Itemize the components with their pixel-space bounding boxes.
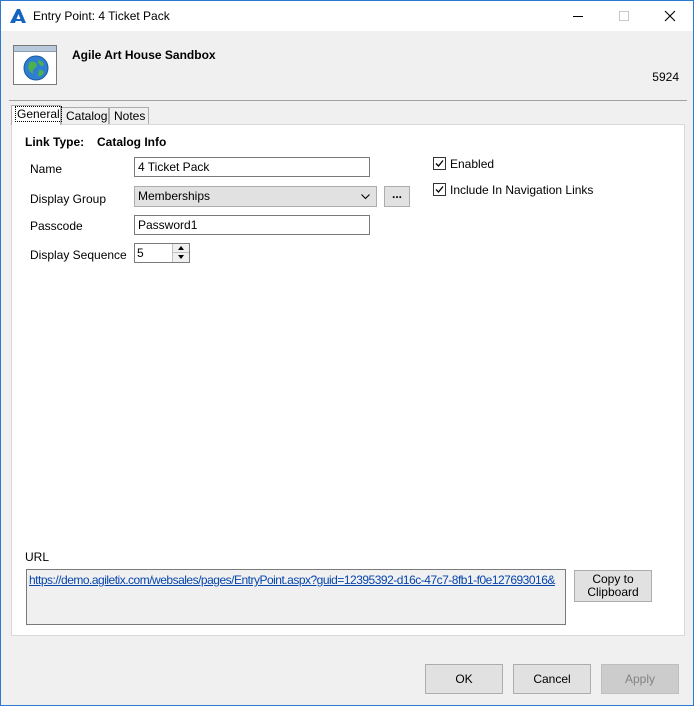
header-divider — [9, 100, 687, 101]
enabled-checkbox[interactable] — [433, 157, 446, 170]
cancel-button[interactable]: Cancel — [513, 664, 591, 694]
maximize-button[interactable] — [601, 1, 647, 31]
record-id: 5924 — [652, 70, 679, 84]
caret-down-icon — [178, 255, 184, 259]
copy-button-line2: Clipboard — [587, 585, 639, 599]
entry-point-window: Entry Point: 4 Ticket Pack Agile Art Hou… — [0, 0, 694, 706]
apply-button[interactable]: Apply — [601, 664, 679, 694]
url-field[interactable]: https://demo.agiletix.com/websales/pages… — [26, 569, 566, 625]
agile-a-icon — [10, 9, 26, 23]
tab-catalog[interactable]: Catalog — [61, 107, 109, 124]
name-label: Name — [30, 162, 63, 176]
ok-button[interactable]: OK — [425, 664, 503, 694]
globe-icon — [13, 45, 57, 85]
link-type-value: Catalog Info — [97, 135, 167, 149]
display-sequence-value: 5 — [137, 246, 144, 260]
stepper-up-button[interactable] — [173, 244, 189, 253]
stepper-buttons — [172, 244, 189, 262]
enabled-label: Enabled — [450, 157, 495, 171]
stepper-down-button[interactable] — [173, 253, 189, 262]
url-label: URL — [25, 550, 50, 564]
display-group-select[interactable]: Memberships — [134, 186, 377, 207]
record-header: Agile Art House Sandbox 5924 — [1, 31, 693, 89]
tab-general[interactable]: General — [11, 105, 62, 125]
tab-catalog-label: Catalog — [66, 109, 108, 123]
display-group-value: Memberships — [138, 189, 211, 203]
close-icon — [664, 10, 676, 22]
name-input[interactable] — [134, 157, 370, 177]
display-sequence-label: Display Sequence — [30, 248, 127, 262]
title-bar[interactable]: Entry Point: 4 Ticket Pack — [1, 1, 693, 31]
display-group-browse-button[interactable]: ... — [384, 186, 410, 207]
window-title: Entry Point: 4 Ticket Pack — [33, 9, 170, 23]
copy-to-clipboard-button[interactable]: Copy to Clipboard — [574, 570, 652, 602]
chevron-down-icon — [361, 194, 370, 200]
organization-name: Agile Art House Sandbox — [72, 48, 216, 62]
checkmark-icon — [435, 186, 444, 193]
general-tab-panel: Link Type: Catalog Info Name Display Gro… — [11, 124, 685, 636]
checkmark-icon — [435, 160, 444, 167]
passcode-label: Passcode — [30, 219, 83, 233]
link-type-label: Link Type: — [25, 135, 85, 149]
include-nav-links-label: Include In Navigation Links — [450, 183, 594, 197]
display-sequence-stepper[interactable]: 5 — [134, 243, 190, 263]
display-group-label: Display Group — [30, 192, 107, 206]
passcode-input[interactable] — [134, 215, 370, 235]
tab-general-label: General — [15, 106, 62, 122]
entry-point-url-link[interactable]: https://demo.agiletix.com/websales/pages… — [29, 573, 555, 587]
close-button[interactable] — [647, 1, 693, 31]
caret-up-icon — [178, 246, 184, 250]
maximize-icon — [619, 11, 629, 21]
minimize-button[interactable] — [555, 1, 601, 31]
include-nav-links-checkbox[interactable] — [433, 183, 446, 196]
minimize-icon — [573, 16, 583, 17]
tab-notes[interactable]: Notes — [109, 107, 149, 124]
tab-notes-label: Notes — [114, 109, 146, 123]
